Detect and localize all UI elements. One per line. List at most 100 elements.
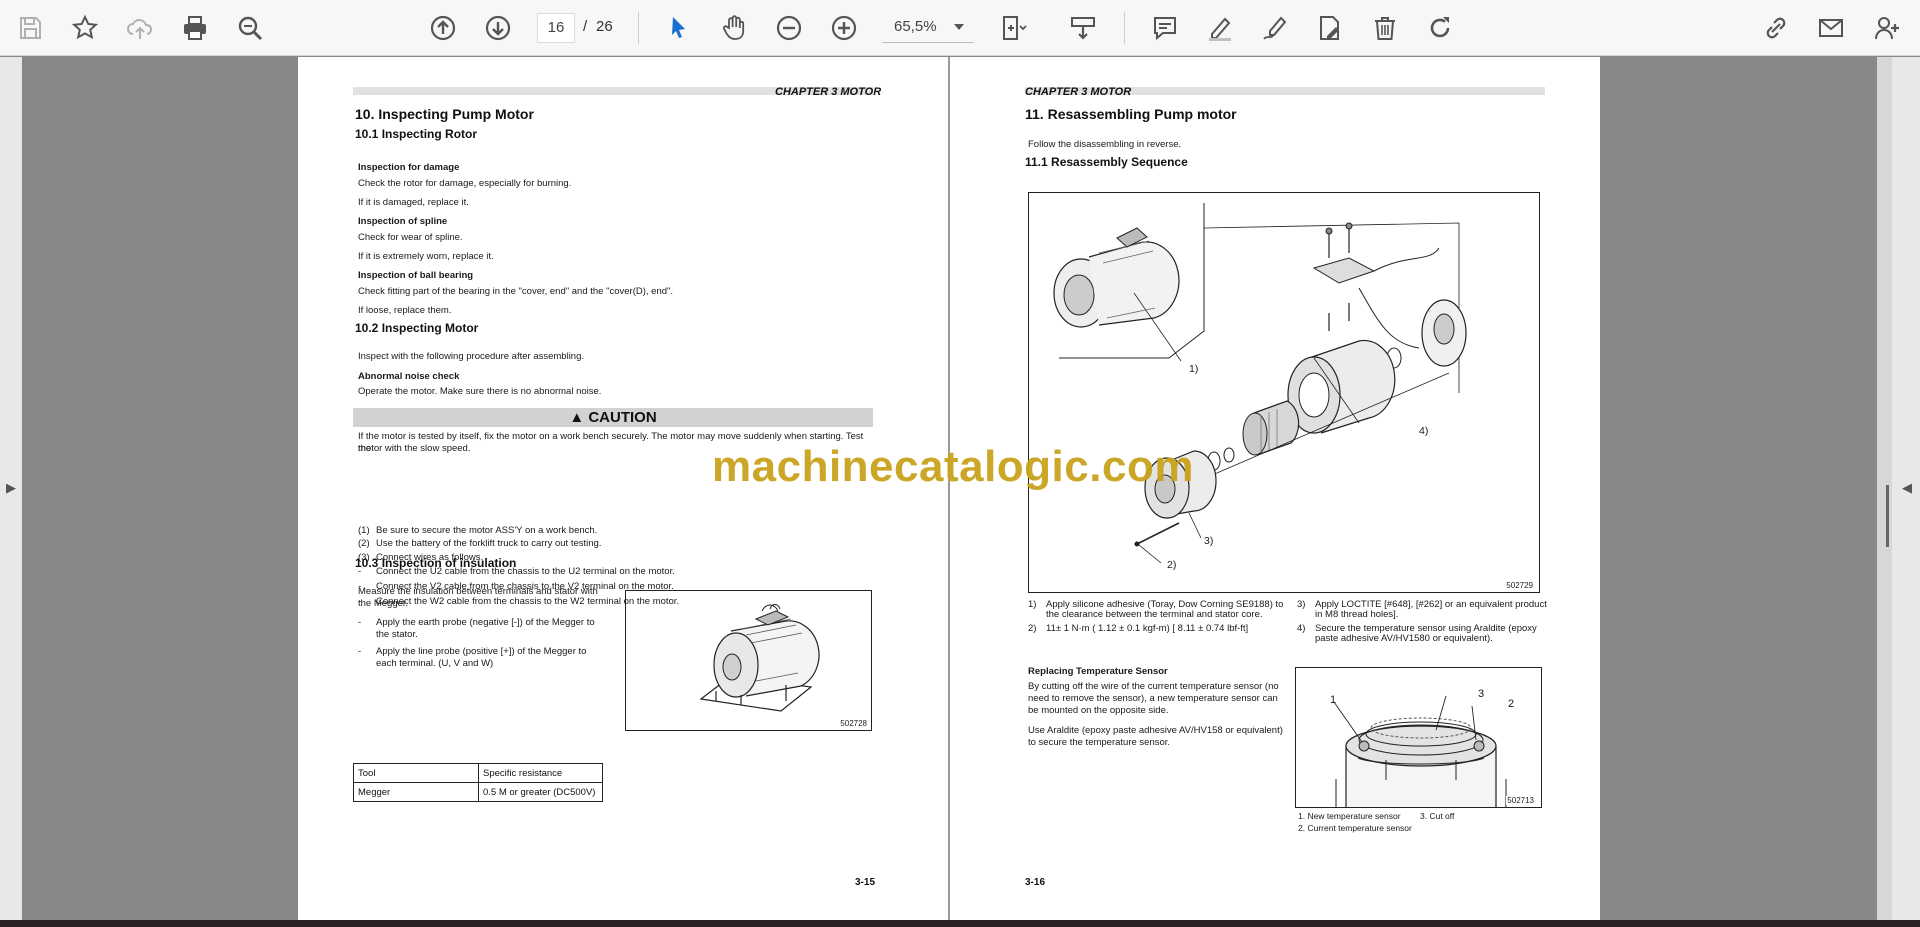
bearing-text-1: Check fitting part of the bearing in the… bbox=[358, 286, 674, 297]
exploded-view-figure: 1) 2) 3) 4) 502729 bbox=[1028, 192, 1540, 593]
chapter-header: CHAPTER 3 MOTOR bbox=[1025, 86, 1132, 98]
table-cell: Specific resistance bbox=[478, 763, 603, 783]
note-text: paste adhesive AV/HV1580 or equivalent). bbox=[1315, 633, 1493, 644]
note-marker: 3) bbox=[1297, 599, 1306, 610]
watermark-text: machinecatalogic.com bbox=[712, 442, 1194, 491]
chevron-down-icon[interactable] bbox=[954, 24, 964, 30]
scrollbar-thumb[interactable] bbox=[1886, 485, 1889, 547]
vertical-scrollbar[interactable] bbox=[1877, 57, 1892, 920]
table-row: Tool Specific resistance bbox=[353, 763, 603, 783]
sensor-title: Replacing Temperature Sensor bbox=[1028, 666, 1168, 677]
figure-legend: 1. New temperature sensor bbox=[1298, 811, 1401, 821]
spline-title: Inspection of spline bbox=[358, 216, 448, 227]
spline-text-1: Check for wear of spline. bbox=[358, 232, 463, 243]
zoom-out-icon[interactable] bbox=[772, 11, 806, 45]
subsection-heading: 10.1 Inspecting Rotor bbox=[355, 127, 478, 141]
email-icon[interactable] bbox=[1814, 11, 1848, 45]
step-text: Connect wires as follows. bbox=[376, 552, 484, 563]
damage-text-2: If it is damaged, replace it. bbox=[358, 197, 469, 208]
probe-text: Apply the line probe (positive [+]) of t… bbox=[376, 646, 587, 657]
zoom-search-icon[interactable] bbox=[233, 11, 267, 45]
step-marker: - bbox=[358, 596, 362, 607]
cloud-upload-icon[interactable] bbox=[123, 11, 157, 45]
figure-label: 3 bbox=[1478, 688, 1485, 700]
motor-figure: 502728 bbox=[625, 590, 872, 731]
note-text: the clearance between the terminal and s… bbox=[1046, 609, 1263, 620]
figure-label: 2 bbox=[1508, 698, 1515, 710]
sensor-text: need to remove the sensor), a new temper… bbox=[1028, 693, 1278, 704]
noise-title: Abnormal noise check bbox=[358, 371, 460, 382]
highlight-pen-icon[interactable] bbox=[1203, 11, 1237, 45]
bookmark-star-icon[interactable] bbox=[68, 11, 102, 45]
print-icon[interactable] bbox=[178, 11, 212, 45]
section-heading: 10. Inspecting Pump Motor bbox=[355, 106, 534, 122]
left-panel-toggle-icon[interactable]: ▶ bbox=[6, 480, 16, 496]
note-marker: 2) bbox=[1028, 623, 1037, 634]
probe-text: each terminal. (U, V and W) bbox=[376, 658, 494, 669]
scroll-mode-icon[interactable] bbox=[1066, 11, 1100, 45]
note-marker: 1) bbox=[1028, 599, 1037, 610]
page-number-input[interactable]: 16 bbox=[537, 13, 575, 43]
figure-legend: 3. Cut off bbox=[1420, 811, 1455, 821]
figure-number: 502728 bbox=[840, 719, 867, 728]
probe-text: Apply the earth probe (negative [-]) of … bbox=[376, 617, 595, 628]
motor-intro: Inspect with the following procedure aft… bbox=[358, 351, 585, 362]
noise-text: Operate the motor. Make sure there is no… bbox=[358, 386, 602, 397]
edit-document-icon[interactable] bbox=[1313, 11, 1347, 45]
spec-table: Tool Specific resistance Megger 0.5 M or g… bbox=[353, 763, 603, 802]
figure-legend: 2. Current temperature sensor bbox=[1298, 823, 1412, 833]
step-text: Connect the U2 cable from the chassis to… bbox=[376, 566, 675, 577]
previous-page-icon[interactable] bbox=[426, 11, 460, 45]
save-icon[interactable] bbox=[13, 11, 47, 45]
next-page-icon[interactable] bbox=[481, 11, 515, 45]
section-heading: 11. Resassembling Pump motor bbox=[1025, 106, 1237, 122]
sensor-text: to secure the temperature sensor. bbox=[1028, 737, 1171, 748]
comment-icon[interactable] bbox=[1148, 11, 1182, 45]
callout-label: 2) bbox=[1167, 559, 1177, 571]
select-cursor-icon[interactable] bbox=[662, 11, 696, 45]
step-marker: (1) bbox=[358, 525, 370, 536]
intro-text: Follow the disassembling in reverse. bbox=[1028, 139, 1182, 150]
table-cell: 0.5 M or greater (DC500V) bbox=[478, 782, 603, 802]
draw-icon[interactable] bbox=[1258, 11, 1292, 45]
subsection-heading: 10.2 Inspecting Motor bbox=[355, 321, 479, 335]
add-user-icon[interactable] bbox=[1870, 11, 1904, 45]
step-text: Be sure to secure the motor ASS'Y on a w… bbox=[376, 525, 598, 536]
step-text: Connect the W2 cable from the chassis to… bbox=[376, 596, 680, 607]
right-panel-toggle-icon[interactable]: ◀ bbox=[1902, 480, 1912, 496]
spline-text-2: If it is extremely worn, replace it. bbox=[358, 251, 494, 262]
redo-rotate-icon[interactable] bbox=[1423, 11, 1457, 45]
page-number: 3-15 bbox=[855, 877, 876, 888]
step-text: Use the battery of the forklift truck to… bbox=[376, 538, 602, 549]
callout-label: 1) bbox=[1189, 363, 1199, 375]
step-text: Connect the V2 cable from the chassis to… bbox=[376, 581, 674, 592]
note-text: in M8 thread holes]. bbox=[1315, 609, 1399, 620]
bottom-bar bbox=[0, 920, 1920, 927]
page-fit-icon[interactable] bbox=[996, 11, 1030, 45]
table-row: Megger 0.5 M or greater (DC500V) bbox=[353, 782, 603, 802]
delete-trash-icon[interactable] bbox=[1368, 11, 1402, 45]
page-number: 3-16 bbox=[1025, 877, 1046, 888]
chapter-header: CHAPTER 3 MOTOR bbox=[775, 86, 882, 98]
note-marker: 4) bbox=[1297, 623, 1306, 634]
step-marker: (3) bbox=[358, 552, 370, 563]
probe-text: the stator. bbox=[376, 629, 418, 640]
step-marker: - bbox=[358, 581, 362, 592]
note-text: 11± 1 N·m ( 1.12 ± 0.1 kgf-m) [ 8.11 ± 0… bbox=[1046, 623, 1249, 634]
bullet-dash: - bbox=[358, 646, 362, 657]
subsection-heading: 11.1 Resassembly Sequence bbox=[1025, 155, 1188, 169]
hand-tool-icon[interactable] bbox=[717, 11, 751, 45]
share-link-icon[interactable] bbox=[1759, 11, 1793, 45]
damage-text-1: Check the rotor for damage, especially f… bbox=[358, 178, 572, 189]
page-total: 26 bbox=[596, 18, 613, 35]
zoom-in-icon[interactable] bbox=[827, 11, 861, 45]
callout-label: 4) bbox=[1419, 425, 1429, 437]
figure-number: 502713 bbox=[1506, 796, 1535, 805]
sensor-text: By cutting off the wire of the current t… bbox=[1028, 681, 1279, 692]
damage-title: Inspection for damage bbox=[358, 162, 460, 173]
callout-label: 3) bbox=[1204, 535, 1214, 547]
figure-number: 502729 bbox=[1506, 581, 1533, 590]
step-marker: - bbox=[358, 566, 362, 577]
step-marker: (2) bbox=[358, 538, 370, 549]
bearing-text-2: If loose, replace them. bbox=[358, 305, 452, 316]
